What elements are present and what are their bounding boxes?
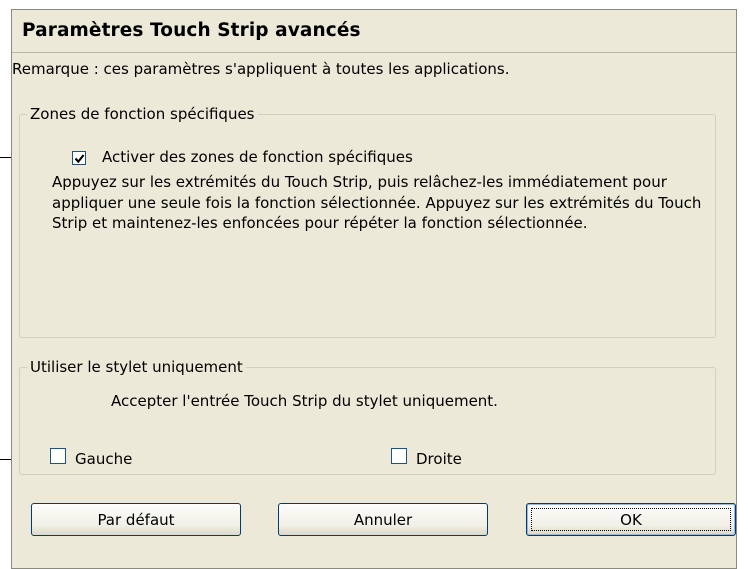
cancel-button-label: Annuler bbox=[353, 510, 413, 529]
cancel-button[interactable]: Annuler bbox=[278, 503, 488, 536]
checkmark-icon bbox=[74, 153, 84, 163]
pen-only-legend: Utiliser le stylet uniquement bbox=[30, 358, 243, 376]
left-checkbox[interactable] bbox=[50, 448, 66, 464]
function-zones-legend: Zones de fonction spécifiques bbox=[30, 105, 255, 123]
note-text: Remarque : ces paramètres s'appliquent à… bbox=[12, 60, 510, 78]
right-checkbox[interactable] bbox=[391, 448, 407, 464]
default-button-label: Par défaut bbox=[97, 510, 175, 529]
pen-only-text: Accepter l'entrée Touch Strip du stylet … bbox=[111, 392, 498, 410]
activate-zones-checkbox[interactable] bbox=[72, 151, 86, 165]
ok-focus-rect bbox=[531, 508, 731, 531]
dialog-title: Paramètres Touch Strip avancés bbox=[22, 20, 361, 41]
right-label[interactable]: Droite bbox=[416, 450, 462, 468]
activate-zones-label[interactable]: Activer des zones de fonction spécifique… bbox=[102, 148, 413, 166]
title-bar: Paramètres Touch Strip avancés bbox=[12, 10, 736, 53]
function-zones-description: Appuyez sur les extrémités du Touch Stri… bbox=[52, 173, 702, 232]
left-label[interactable]: Gauche bbox=[75, 450, 132, 468]
ok-button[interactable]: OK bbox=[526, 503, 736, 536]
default-button[interactable]: Par défaut bbox=[31, 503, 241, 536]
